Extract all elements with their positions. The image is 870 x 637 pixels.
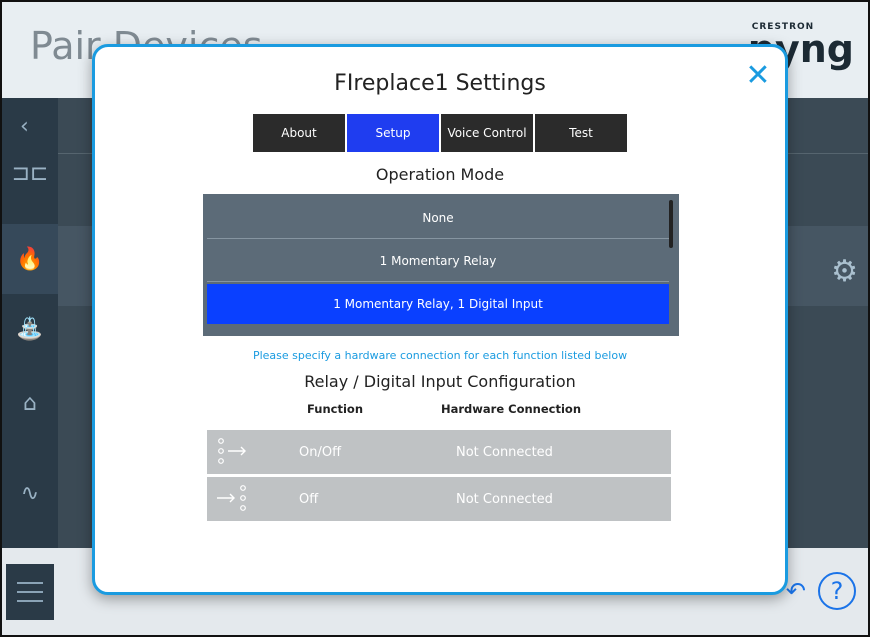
- share-icon[interactable]: ↶: [786, 577, 806, 605]
- function-label: On/Off: [299, 444, 342, 460]
- back-icon[interactable]: ‹: [20, 114, 29, 139]
- tab-setup[interactable]: Setup: [347, 114, 439, 152]
- sidebar: ⊐⊏ 🔥 ⛲ ⌂ ∿: [2, 98, 58, 548]
- list-scrollbar[interactable]: [669, 200, 673, 248]
- operation-mode-list[interactable]: None 1 Momentary Relay 1 Momentary Relay…: [203, 194, 679, 336]
- config-heading: Relay / Digital Input Configuration: [304, 372, 576, 391]
- tab-bar: About Setup Voice Control Test: [253, 114, 627, 152]
- option-momentary-relay[interactable]: 1 Momentary Relay: [207, 241, 669, 282]
- hardware-hint: Please specify a hardware connection for…: [252, 349, 628, 362]
- hardware-connection: Not Connected: [456, 444, 553, 460]
- sidebar-item-relay[interactable]: ⊐⊏: [2, 138, 58, 208]
- tab-test[interactable]: Test: [535, 114, 627, 152]
- gear-icon[interactable]: ⚙: [831, 254, 858, 289]
- dialog-title: FIreplace1 Settings: [334, 71, 546, 96]
- config-row-off[interactable]: Off Not Connected: [207, 477, 671, 521]
- app-window: Pair Devices CRESTRON pyng ⚙ ⊐⊏ 🔥 ⛲ ⌂ ∿ …: [0, 0, 870, 637]
- hardware-connection: Not Connected: [456, 491, 553, 507]
- sidebar-item-other[interactable]: ∿: [2, 458, 58, 528]
- sidebar-item-fireplace[interactable]: 🔥: [2, 224, 58, 294]
- digital-input-icon: [215, 483, 253, 515]
- function-column-header: Function: [307, 402, 364, 416]
- tab-about[interactable]: About: [253, 114, 345, 152]
- settings-dialog: ✕ FIreplace1 Settings About Setup Voice …: [92, 44, 788, 595]
- sidebar-item-fountain[interactable]: ⛲: [2, 294, 58, 364]
- option-relay-digital-input[interactable]: 1 Momentary Relay, 1 Digital Input: [207, 284, 669, 324]
- option-none[interactable]: None: [207, 198, 669, 239]
- menu-button[interactable]: [6, 564, 54, 620]
- hardware-column-header: Hardware Connection: [441, 402, 582, 416]
- function-label: Off: [299, 491, 319, 507]
- config-row-on-off[interactable]: On/Off Not Connected: [207, 430, 671, 474]
- help-button[interactable]: ?: [818, 572, 856, 610]
- relay-output-icon: [215, 436, 253, 468]
- tab-voice-control[interactable]: Voice Control: [441, 114, 533, 152]
- sidebar-item-garage[interactable]: ⌂: [2, 368, 58, 438]
- operation-mode-heading: Operation Mode: [375, 165, 505, 184]
